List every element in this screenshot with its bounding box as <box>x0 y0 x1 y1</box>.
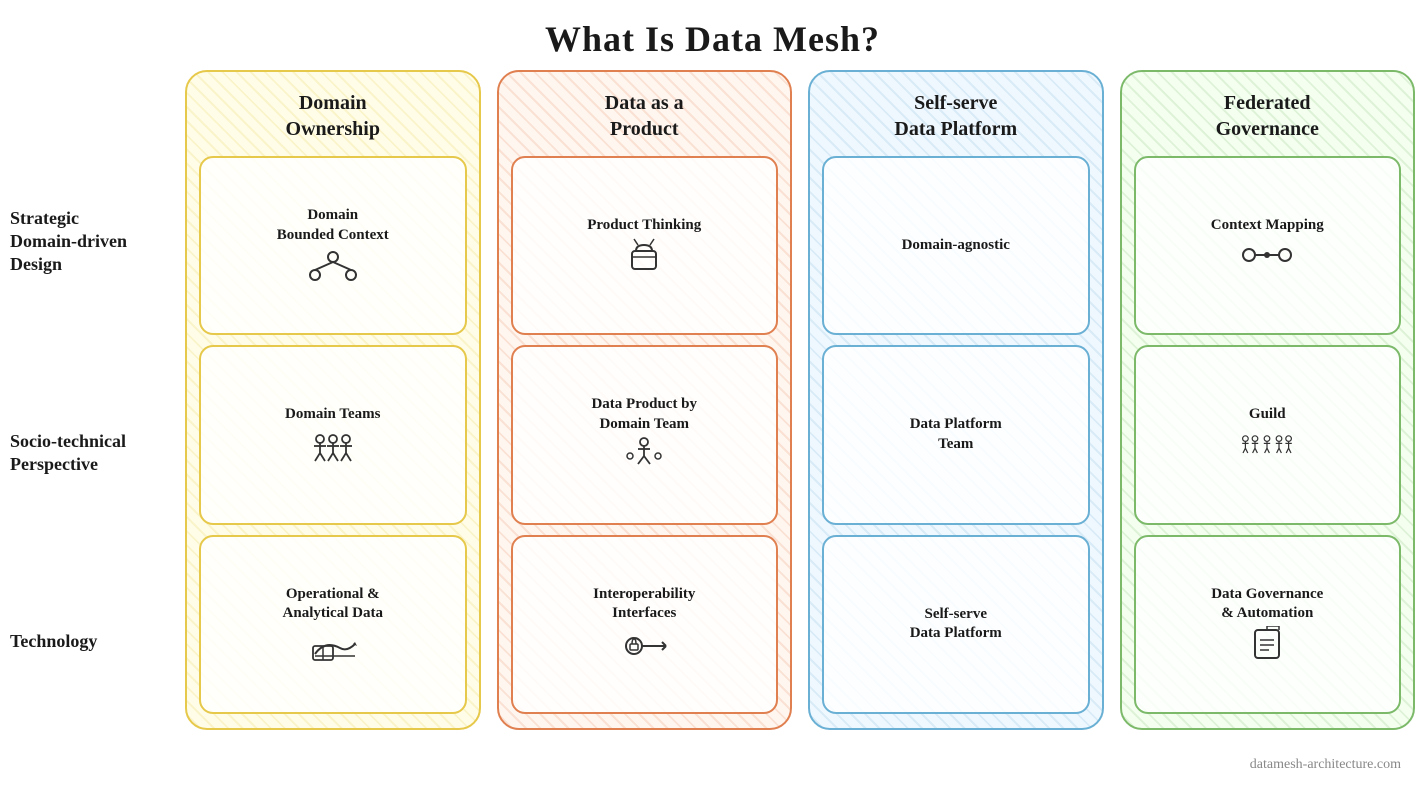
pillar-federated-governance-title: FederatedGovernance <box>1134 86 1402 146</box>
card-guild-label: Guild <box>1249 405 1286 425</box>
card-guild: Guild <box>1134 345 1402 524</box>
pillar-data-as-product-title: Data as aProduct <box>511 86 779 146</box>
label-strategic: StrategicDomain-drivenDesign <box>10 197 175 287</box>
team-icon <box>616 436 672 472</box>
pillar-federated-governance: FederatedGovernance Context Mapping Guil… <box>1120 70 1416 730</box>
card-domain-bounded-context: DomainBounded Context <box>199 156 467 335</box>
doc-icon <box>1239 626 1295 662</box>
nodes-icon <box>1239 237 1295 273</box>
card-product-thinking: Product Thinking <box>511 156 779 335</box>
page-title: What Is Data Mesh? <box>0 0 1425 70</box>
label-socio: Socio-technicalPerspective <box>10 420 175 487</box>
people-icon <box>305 427 361 463</box>
card-domain-bounded-context-label: DomainBounded Context <box>277 206 389 245</box>
card-self-serve-platform-label: Self-serveData Platform <box>910 605 1002 644</box>
card-context-mapping-label: Context Mapping <box>1211 216 1324 236</box>
pillars-area: DomainOwnership DomainBounded Context Do… <box>185 70 1415 730</box>
pillar-data-as-product: Data as aProduct Product Thinking <box>497 70 793 730</box>
book-icon <box>305 626 361 662</box>
card-domain-agnostic-label: Domain-agnostic <box>902 236 1010 256</box>
card-data-platform-team: Data PlatformTeam <box>822 345 1090 524</box>
card-product-thinking-label: Product Thinking <box>587 216 701 236</box>
pillar-domain-ownership: DomainOwnership DomainBounded Context Do… <box>185 70 481 730</box>
card-context-mapping: Context Mapping <box>1134 156 1402 335</box>
row-labels: StrategicDomain-drivenDesign Socio-techn… <box>10 70 185 730</box>
card-domain-teams: Domain Teams <box>199 345 467 524</box>
pillar-self-serve-title: Self-serveData Platform <box>822 86 1090 146</box>
pillar-self-serve: Self-serveData Platform Domain-agnostic … <box>808 70 1104 730</box>
product-thinking-icon <box>616 237 672 273</box>
card-operational-analytical-label: Operational &Analytical Data <box>283 585 383 624</box>
network-icon <box>305 247 361 283</box>
card-data-governance-label: Data Governance& Automation <box>1211 585 1323 624</box>
card-domain-teams-label: Domain Teams <box>285 405 380 425</box>
card-interoperability-label: InteroperabilityInterfaces <box>593 585 695 624</box>
lock-connect-icon <box>616 626 672 662</box>
card-interoperability: InteroperabilityInterfaces <box>511 535 779 714</box>
footer-credit: datamesh-architecture.com <box>1250 757 1401 773</box>
pillar-domain-ownership-title: DomainOwnership <box>199 86 467 146</box>
card-data-governance: Data Governance& Automation <box>1134 535 1402 714</box>
label-technology: Technology <box>10 620 175 663</box>
guild-people-icon <box>1239 427 1295 463</box>
card-data-platform-team-label: Data PlatformTeam <box>910 415 1002 454</box>
card-operational-analytical: Operational &Analytical Data <box>199 535 467 714</box>
card-self-serve-platform: Self-serveData Platform <box>822 535 1090 714</box>
card-data-product-domain-label: Data Product byDomain Team <box>591 395 697 434</box>
card-data-product-domain: Data Product byDomain Team <box>511 345 779 524</box>
card-domain-agnostic: Domain-agnostic <box>822 156 1090 335</box>
